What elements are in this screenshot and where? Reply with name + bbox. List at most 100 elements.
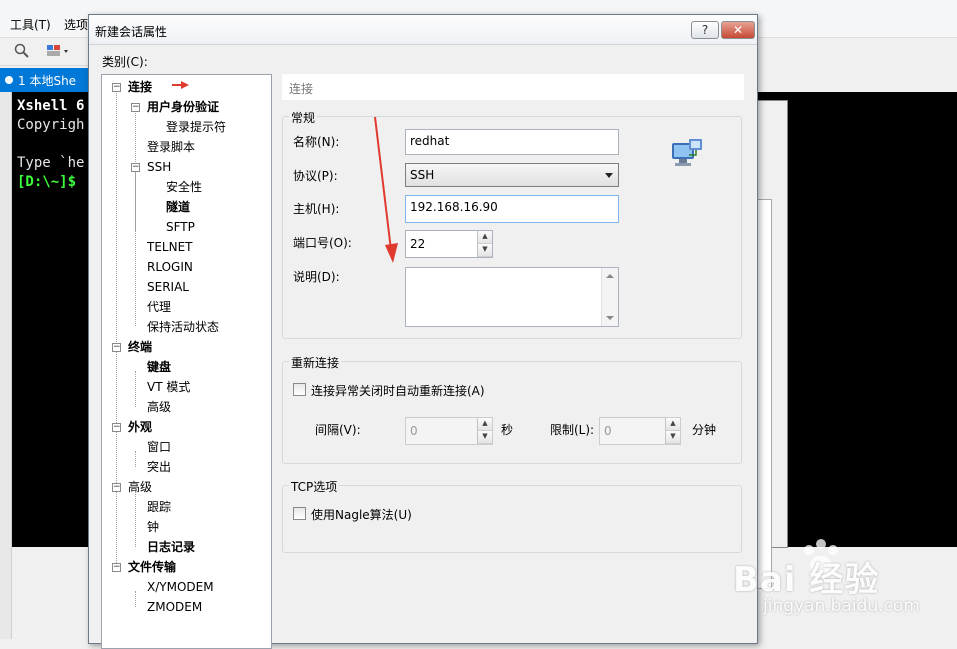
chevron-down-icon [605, 173, 613, 178]
tree-item-zmodem[interactable]: ZMODEM [147, 600, 202, 614]
tree-guide-line [135, 371, 136, 407]
dialog-titlebar[interactable]: 新建会话属性 ? ✕ [89, 15, 757, 45]
tree-item-login-script[interactable]: 登录脚本 [147, 140, 195, 154]
tree-item-logging[interactable]: 日志记录 [147, 540, 195, 554]
spinner-down-icon[interactable]: ▼ [478, 244, 492, 257]
panel-header: 连接 [282, 74, 744, 100]
tree-expander-icon[interactable]: − [112, 343, 121, 352]
limit-input[interactable]: 0 ▲ ▼ [599, 417, 681, 445]
tree-item-window[interactable]: 窗口 [147, 440, 171, 454]
tree-item-bell[interactable]: 钟 [147, 520, 159, 534]
spinner-down-icon[interactable]: ▼ [478, 431, 492, 444]
tree-expander-icon[interactable]: − [131, 103, 140, 112]
terminal-line-3: Type `he [17, 155, 85, 171]
tree-guide-line [116, 431, 117, 567]
tree-guide-line [116, 351, 117, 431]
tree-guide-line [135, 171, 136, 231]
port-spinner[interactable]: ▲ ▼ [477, 231, 492, 257]
tree-item-login-prompt[interactable]: 登录提示符 [166, 120, 226, 134]
terminal-line-2: Copyrigh [17, 117, 85, 133]
tree-item-keep-alive[interactable]: 保持活动状态 [147, 320, 219, 334]
name-label: 名称(N): [293, 135, 340, 149]
description-scrollbar[interactable] [601, 268, 618, 326]
session-tab[interactable]: 1 本地She [0, 68, 90, 92]
spinner-up-icon[interactable]: ▲ [666, 418, 680, 431]
tree-item-terminal[interactable]: 终端 [128, 340, 152, 354]
tree-item-file-transfer[interactable]: 文件传输 [128, 560, 176, 574]
nagle-label[interactable]: 使用Nagle算法(U) [311, 506, 412, 523]
protocol-label: 协议(P): [293, 169, 338, 183]
tree-item-xymodem[interactable]: X/YMODEM [147, 580, 214, 594]
help-button[interactable]: ? [691, 21, 719, 39]
spinner-down-icon[interactable]: ▼ [666, 431, 680, 444]
limit-spinner[interactable]: ▲ ▼ [665, 418, 680, 444]
interval-unit: 秒 [501, 423, 514, 437]
port-value: 22 [410, 237, 426, 251]
protocol-select-value: SSH [410, 168, 435, 182]
tree-guide-line [135, 451, 136, 467]
tree-item-keyboard[interactable]: 键盘 [147, 360, 171, 374]
interval-spinner[interactable]: ▲ ▼ [477, 418, 492, 444]
session-computer-icon [672, 139, 702, 166]
tree-guide-line [135, 591, 136, 607]
tree-expander-icon[interactable]: − [112, 423, 121, 432]
host-label: 主机(H): [293, 202, 340, 216]
name-input[interactable]: redhat [405, 129, 619, 155]
layout-icon[interactable] [46, 43, 70, 59]
tree-expander-icon[interactable]: − [112, 563, 121, 572]
tree-item-telnet[interactable]: TELNET [147, 240, 193, 254]
background-dialog [755, 100, 788, 589]
tree-item-connection[interactable]: 连接 [128, 80, 152, 94]
protocol-select[interactable]: SSH [405, 163, 619, 187]
menu-tools[interactable]: 工具(T) [10, 16, 51, 33]
baidu-jingyan-watermark: Bai 经验 jingyan.baidu.com [733, 538, 933, 628]
scroll-down-icon[interactable] [606, 316, 614, 320]
tree-item-trace[interactable]: 跟踪 [147, 500, 171, 514]
spinner-up-icon[interactable]: ▲ [478, 231, 492, 244]
host-input[interactable]: 192.168.16.90 [405, 195, 619, 223]
tree-item-security[interactable]: 安全性 [166, 180, 202, 194]
session-tab-label: 1 本地She [18, 74, 77, 88]
tree-item-tunnel[interactable]: 隧道 [166, 200, 190, 214]
tree-expander-icon[interactable]: − [112, 483, 121, 492]
tree-guide-line [135, 491, 136, 547]
spinner-up-icon[interactable]: ▲ [478, 418, 492, 431]
search-icon[interactable] [14, 43, 30, 59]
menu-options[interactable]: 选项 [64, 16, 88, 33]
tree-expander-icon[interactable]: − [131, 163, 140, 172]
auto-reconnect-label[interactable]: 连接异常关闭时自动重新连接(A) [311, 382, 485, 399]
description-label: 说明(D): [293, 270, 340, 284]
auto-reconnect-checkbox[interactable] [293, 383, 306, 396]
tree-item-serial[interactable]: SERIAL [147, 280, 189, 294]
watermark-url: jingyan.baidu.com [763, 596, 920, 616]
scroll-up-icon[interactable] [606, 274, 614, 278]
tree-item-appearance[interactable]: 外观 [128, 420, 152, 434]
tree-item-terminal-advanced[interactable]: 高级 [147, 400, 171, 414]
annotation-arrow-icon [374, 116, 398, 263]
port-label: 端口号(O): [293, 236, 352, 250]
reconnect-group-title: 重新连接 [289, 354, 342, 371]
tree-item-highlight[interactable]: 突出 [147, 460, 171, 474]
tree-item-rlogin[interactable]: RLOGIN [147, 260, 193, 274]
tree-expander-icon[interactable]: − [112, 83, 121, 92]
app-toolbar [0, 38, 90, 66]
close-button[interactable]: ✕ [721, 21, 755, 39]
tree-item-user-auth[interactable]: 用户身份验证 [147, 100, 219, 114]
port-input[interactable]: 22 ▲ ▼ [405, 230, 493, 258]
interval-label: 间隔(V): [315, 423, 361, 437]
limit-label: 限制(L): [550, 423, 595, 437]
tree-item-ssh[interactable]: SSH [147, 160, 171, 174]
nagle-checkbox[interactable] [293, 507, 306, 520]
watermark-brand: Bai 经验 [733, 560, 880, 600]
tree-item-sftp[interactable]: SFTP [166, 220, 195, 234]
app-side-panel [0, 92, 12, 639]
category-tree[interactable]: − 连接 − 用户身份验证 登录提示符 登录脚本 − SSH 安全性 隧道 SF… [101, 74, 272, 649]
tree-item-vt-mode[interactable]: VT 模式 [147, 380, 190, 394]
session-status-dot [5, 76, 13, 84]
tree-item-advanced[interactable]: 高级 [128, 480, 152, 494]
terminal-prompt: [D:\~]$ [17, 174, 77, 190]
tree-item-proxy[interactable]: 代理 [147, 300, 171, 314]
interval-input[interactable]: 0 ▲ ▼ [405, 417, 493, 445]
category-label: 类别(C): [102, 55, 148, 69]
description-textarea[interactable] [405, 267, 619, 327]
